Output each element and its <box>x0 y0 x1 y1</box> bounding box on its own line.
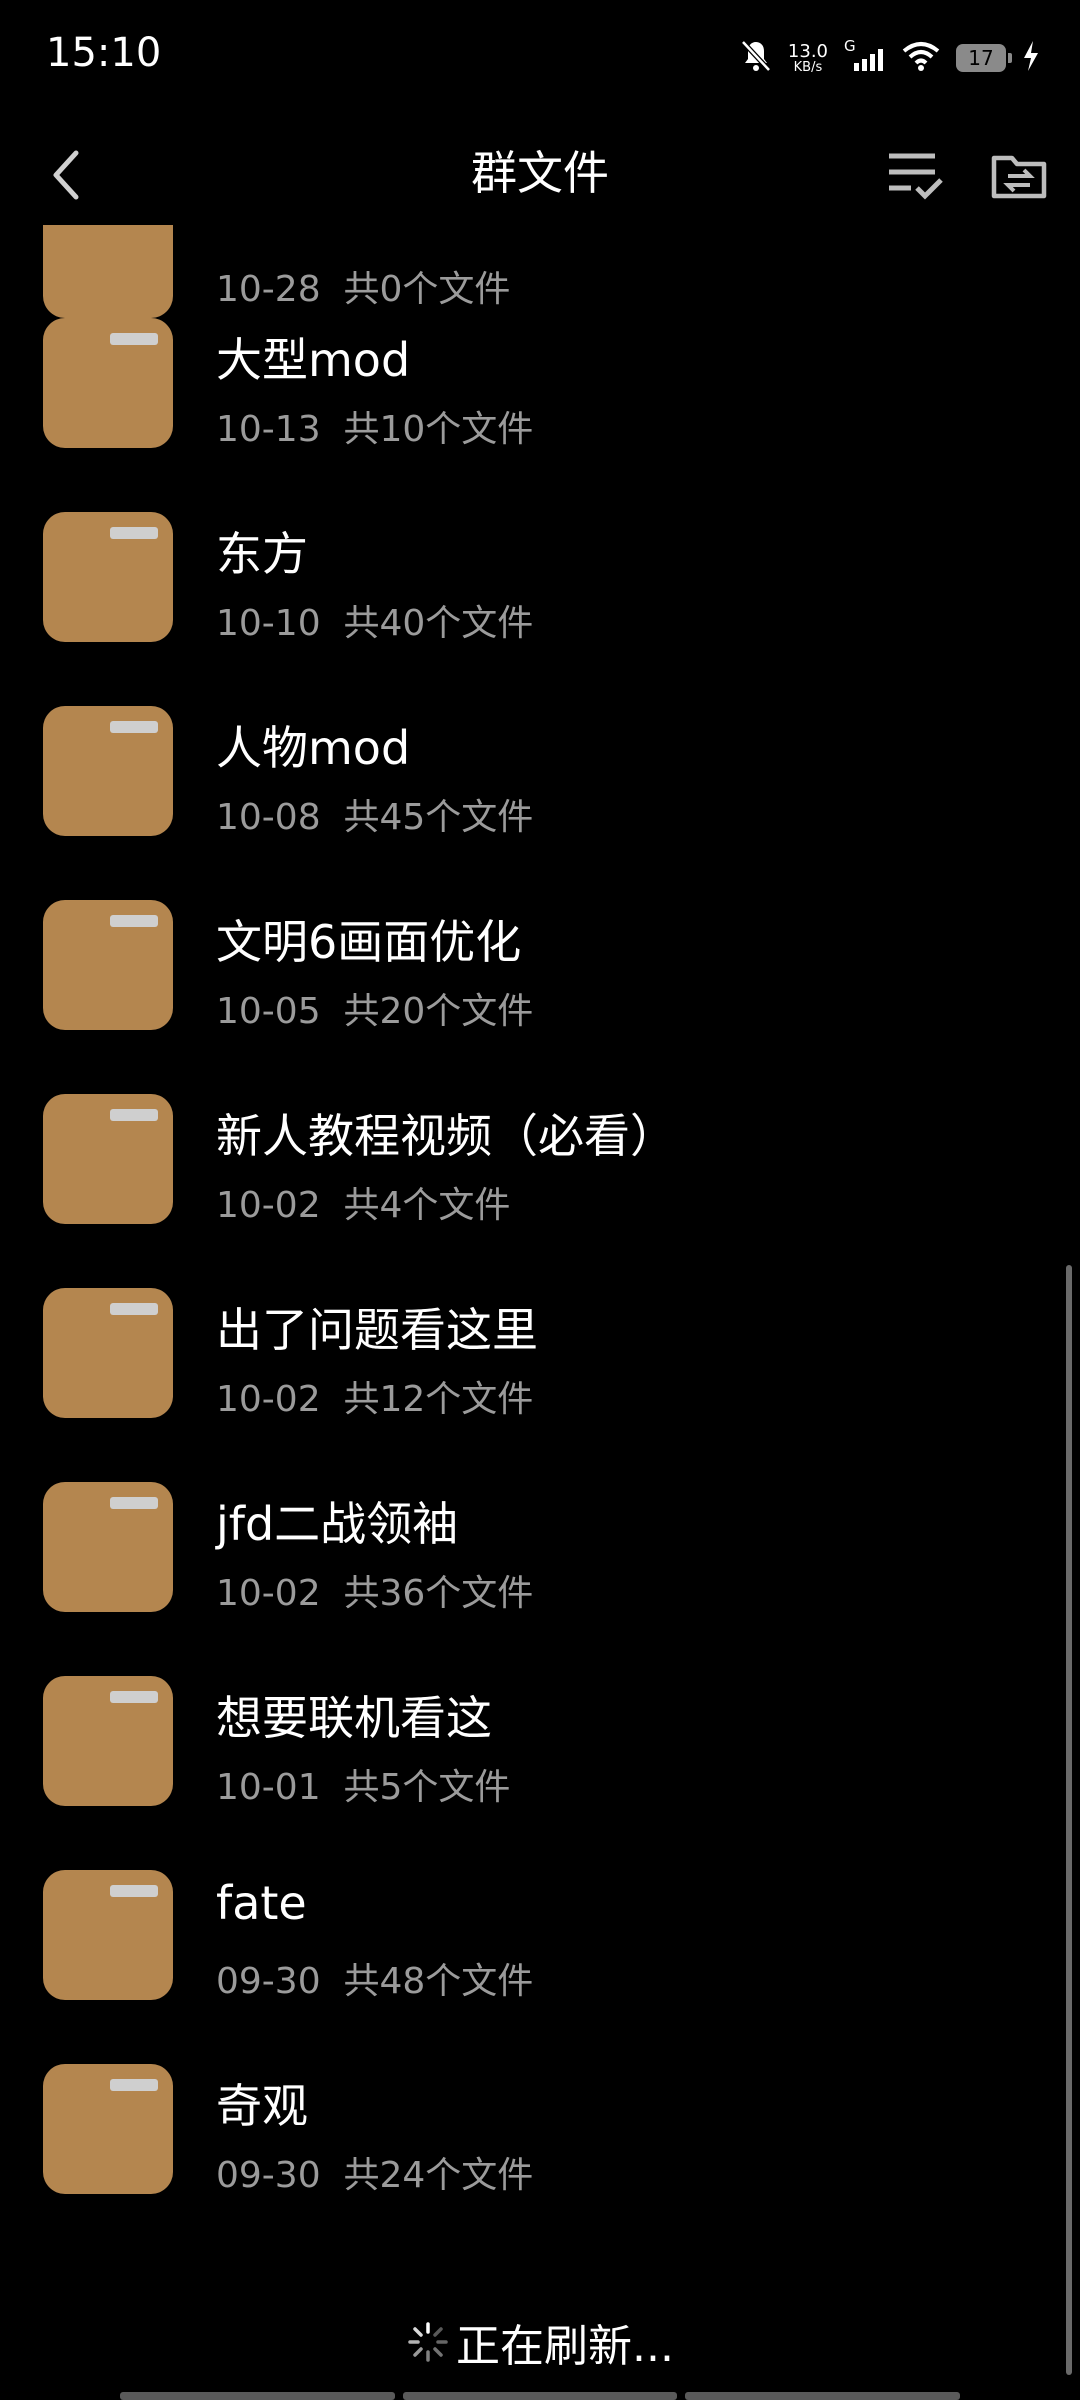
folder-icon <box>43 706 173 836</box>
folder-date: 10-02 <box>216 1185 321 1226</box>
bottom-bar-segment <box>402 2392 678 2400</box>
folder-date: 10-01 <box>216 1767 321 1808</box>
folder-icon <box>43 1288 173 1418</box>
folder-count: 共10个文件 <box>343 409 534 450</box>
folder-meta: 09-30 共48个文件 <box>216 1952 533 2004</box>
folder-date: 10-08 <box>216 797 321 838</box>
status-icons: 13.0 KB/s G 17 <box>740 37 1040 78</box>
folder-switch-icon <box>991 155 1047 199</box>
net-speed: 13.0 KB/s <box>787 40 828 75</box>
folder-name: 新人教程视频（必看） <box>216 1109 676 1163</box>
folder-name: 东方 <box>216 527 308 581</box>
signal-icon: G <box>844 37 886 73</box>
folder-count: 共45个文件 <box>343 797 534 838</box>
scrollbar[interactable] <box>1066 1265 1072 2375</box>
folder-meta: 10-02 共4个文件 <box>216 1176 510 1228</box>
folder-list: 10-28 共0个文件 大型mod 10-13 共10个文件 东方 10-10 … <box>0 225 1080 2258</box>
folder-date: 09-30 <box>216 1961 321 2002</box>
folder-date: 10-28 <box>216 269 321 310</box>
folder-name: jfd二战领袖 <box>216 1497 459 1551</box>
folder-date: 09-30 <box>216 2155 321 2196</box>
folder-icon <box>43 318 173 448</box>
folder-count: 共4个文件 <box>343 1185 511 1226</box>
folder-icon <box>43 1482 173 1612</box>
folder-meta: 10-02 共36个文件 <box>216 1564 533 1616</box>
folder-name: 出了问题看这里 <box>216 1303 538 1357</box>
folder-row[interactable]: 人物mod 10-08 共45个文件 <box>0 706 1080 900</box>
status-bar: 15:10 13.0 KB/s G 17 <box>0 0 1080 115</box>
refresh-text: 正在刷新... <box>456 2321 674 2372</box>
folder-name: 人物mod <box>216 721 411 775</box>
folder-name: 奇观 <box>216 2079 308 2133</box>
folder-row[interactable]: fate 09-30 共48个文件 <box>0 1870 1080 2064</box>
screen: 15:10 13.0 KB/s G 17 群文件 10-28 共0个文件 大型m… <box>0 0 1080 2400</box>
folder-row[interactable]: 新人教程视频（必看） 10-02 共4个文件 <box>0 1094 1080 1288</box>
folder-row[interactable]: 大型mod 10-13 共10个文件 <box>0 318 1080 512</box>
multi-select-button[interactable] <box>880 135 950 215</box>
spinner-icon <box>408 2322 448 2362</box>
folder-row[interactable]: 奇观 09-30 共24个文件 <box>0 2064 1080 2258</box>
sort-check-icon <box>889 153 943 200</box>
folder-count: 共12个文件 <box>343 1379 534 1420</box>
folder-date: 10-02 <box>216 1379 321 1420</box>
folder-name: fate <box>216 1876 307 1930</box>
folder-row[interactable]: 10-28 共0个文件 <box>0 225 1080 318</box>
folder-row[interactable]: 想要联机看这 10-01 共5个文件 <box>0 1676 1080 1870</box>
folder-meta: 10-02 共12个文件 <box>216 1370 533 1422</box>
wifi-icon <box>902 41 940 75</box>
folder-count: 共36个文件 <box>343 1573 534 1614</box>
folder-manage-button[interactable] <box>984 135 1054 215</box>
folder-name: 文明6画面优化 <box>216 915 522 969</box>
folder-row[interactable]: 出了问题看这里 10-02 共12个文件 <box>0 1288 1080 1482</box>
folder-count: 共40个文件 <box>343 603 534 644</box>
bottom-bar-segment <box>120 2392 395 2400</box>
folder-meta: 10-28 共0个文件 <box>216 260 510 312</box>
folder-row[interactable]: 文明6画面优化 10-05 共20个文件 <box>0 900 1080 1094</box>
folder-count: 共5个文件 <box>343 1767 511 1808</box>
folder-meta: 10-05 共20个文件 <box>216 982 533 1034</box>
folder-count: 共0个文件 <box>343 269 511 310</box>
folder-icon <box>43 900 173 1030</box>
mute-bell-icon <box>740 39 772 77</box>
bottom-bar-segment <box>685 2392 961 2400</box>
folder-meta: 10-08 共45个文件 <box>216 788 533 840</box>
charging-icon <box>1022 41 1040 75</box>
header: 群文件 <box>0 115 1080 235</box>
status-time: 15:10 <box>46 30 162 76</box>
folder-icon <box>43 1094 173 1224</box>
folder-icon <box>43 1870 173 2000</box>
folder-name: 大型mod <box>216 333 411 387</box>
folder-date: 10-13 <box>216 409 321 450</box>
folder-count: 共48个文件 <box>343 1961 534 2002</box>
folder-meta: 10-01 共5个文件 <box>216 1758 510 1810</box>
folder-name: 想要联机看这 <box>216 1691 492 1745</box>
bottom-indicator <box>120 2392 961 2400</box>
folder-meta: 10-13 共10个文件 <box>216 400 533 452</box>
folder-date: 10-05 <box>216 991 321 1032</box>
folder-icon <box>43 512 173 642</box>
folder-meta: 10-10 共40个文件 <box>216 594 533 646</box>
folder-meta: 09-30 共24个文件 <box>216 2146 533 2198</box>
folder-date: 10-02 <box>216 1573 321 1614</box>
folder-icon <box>43 1676 173 1806</box>
folder-row[interactable]: jfd二战领袖 10-02 共36个文件 <box>0 1482 1080 1676</box>
folder-date: 10-10 <box>216 603 321 644</box>
folder-row[interactable]: 东方 10-10 共40个文件 <box>0 512 1080 706</box>
battery-icon: 17 <box>956 44 1012 72</box>
net-speed-value: 13.0 <box>787 40 828 62</box>
refresh-indicator: 正在刷新... <box>0 2310 1080 2374</box>
net-speed-unit: KB/s <box>793 59 823 75</box>
folder-count: 共24个文件 <box>343 2155 534 2196</box>
folder-count: 共20个文件 <box>343 991 534 1032</box>
folder-icon <box>43 225 173 318</box>
folder-icon <box>43 2064 173 2194</box>
